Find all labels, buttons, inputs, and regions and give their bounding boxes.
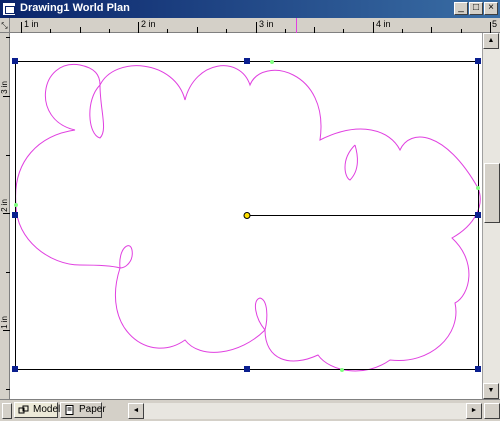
vertical-scroll-thumb[interactable]	[484, 163, 500, 223]
drawing-document-icon[interactable]	[2, 2, 16, 16]
title-bar[interactable]: Drawing1 World Plan _ □ ×	[0, 0, 500, 18]
cloud-loop-bottom-mid	[254, 297, 268, 331]
horizontal-ruler[interactable]: 1 in 2 in 3 in 4 in 5	[0, 18, 500, 33]
scroll-right-button[interactable]: ►	[466, 403, 482, 419]
handle-top-left[interactable]	[12, 58, 18, 64]
handle-bottom-right[interactable]	[475, 366, 481, 372]
ruler-label-2in: 2 in	[141, 19, 156, 29]
cloud-loop-top-right	[344, 144, 358, 181]
minimize-button[interactable]: _	[454, 2, 468, 15]
tab-paper[interactable]: Paper	[60, 402, 106, 418]
handle-bottom-center[interactable]	[244, 366, 250, 372]
close-button[interactable]: ×	[484, 2, 498, 15]
handle-middle-left[interactable]	[12, 212, 18, 218]
cloud-loop-bottom-left	[119, 245, 133, 269]
ruler-label-1in-vertical: 1 in	[0, 316, 9, 329]
ruler-label-4in: 4 in	[376, 19, 391, 29]
handle-top-right[interactable]	[475, 58, 481, 64]
connection-point-top[interactable]	[270, 60, 274, 64]
ruler-label-3in: 3 in	[259, 19, 274, 29]
connection-point-left[interactable]	[14, 203, 18, 207]
horizontal-scrollbar[interactable]: ◄ ►	[128, 403, 482, 419]
scroll-down-button[interactable]: ▼	[483, 383, 499, 399]
handle-middle-right[interactable]	[475, 212, 481, 218]
drawing-canvas[interactable]	[10, 33, 482, 399]
tab-model-label: Model	[33, 404, 61, 415]
tab-scroll-left-button[interactable]	[2, 403, 12, 419]
ruler-label-1in: 1 in	[24, 19, 39, 29]
drawing-svg	[12, 58, 481, 372]
ruler-origin-button[interactable]: ⤡	[0, 18, 10, 33]
center-anchor-handle[interactable]	[243, 212, 251, 219]
window-title: Drawing1 World Plan	[20, 2, 130, 14]
connection-point-bottom[interactable]	[340, 368, 344, 372]
horizontal-ruler-ticks	[21, 18, 491, 33]
restore-button[interactable]: □	[469, 2, 483, 15]
vertical-ruler[interactable]: 3 in 2 in 1 in	[0, 33, 10, 399]
ruler-label-2in-vertical: 2 in	[0, 199, 9, 212]
handle-top-center[interactable]	[244, 58, 250, 64]
scroll-left-button[interactable]: ◄	[128, 403, 144, 419]
tab-paper-label: Paper	[79, 404, 106, 415]
tab-model[interactable]: Model	[14, 402, 61, 418]
handle-bottom-left[interactable]	[12, 366, 18, 372]
resize-grip[interactable]	[484, 403, 500, 419]
scroll-up-button[interactable]: ▲	[483, 33, 499, 49]
vertical-scrollbar[interactable]: ▲ ▼	[482, 33, 500, 399]
bottom-bar: Model Paper ◄ ►	[0, 399, 500, 421]
model-icon	[18, 405, 29, 414]
ruler-label-5in: 5	[492, 19, 498, 29]
ruler-label-3in-vertical: 3 in	[0, 81, 9, 94]
connection-point-right[interactable]	[476, 186, 480, 190]
paper-icon	[65, 405, 74, 415]
cloud-loop-left	[89, 84, 105, 139]
